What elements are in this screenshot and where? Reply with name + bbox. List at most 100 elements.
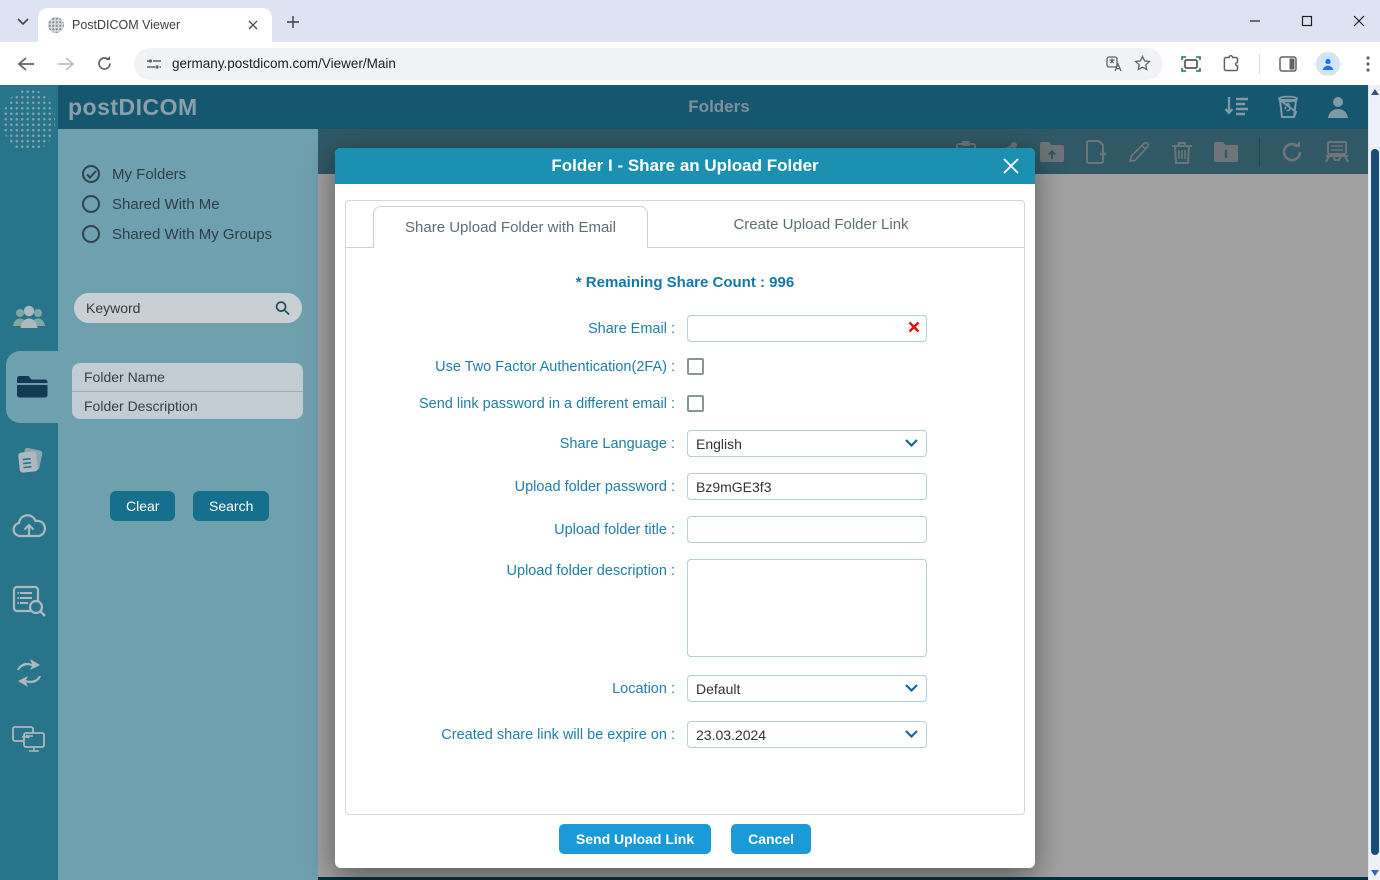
two-factor-checkbox[interactable]: [687, 358, 704, 375]
filter-label: My Folders: [112, 166, 186, 183]
url-bar[interactable]: germany.postdicom.com/Viewer/Main: [134, 48, 1163, 80]
radio-icon: [82, 225, 100, 243]
folder-title-row: Upload folder title :: [346, 516, 1024, 543]
clear-email-icon[interactable]: [908, 321, 920, 333]
patients-icon: [11, 302, 47, 332]
tab-create-link[interactable]: Create Upload Folder Link: [656, 201, 986, 247]
sidebar-item-upload[interactable]: [0, 503, 58, 551]
share-language-value: English: [696, 436, 742, 452]
radio-selected-icon: [82, 165, 100, 183]
share-language-row: Share Language : English: [346, 430, 1024, 457]
search-field-folder-description[interactable]: Folder Description: [72, 391, 303, 419]
page-title: Folders: [58, 97, 1380, 117]
dialog-title: Folder I - Share an Upload Folder: [551, 156, 818, 176]
tab-close-icon[interactable]: [244, 16, 262, 34]
keyword-search[interactable]: [74, 293, 302, 323]
close-window-icon[interactable]: [1348, 10, 1370, 32]
send-password-row: Send link password in a different email …: [346, 395, 1024, 412]
search-icon[interactable]: [275, 300, 290, 316]
back-icon[interactable]: [14, 52, 38, 76]
scroll-up-arrow[interactable]: [1369, 87, 1380, 97]
chevron-down-icon: [905, 730, 918, 738]
browser-menu-icon[interactable]: [1356, 52, 1380, 76]
worklist-icon: [12, 585, 46, 617]
sidebar-item-patients[interactable]: [0, 293, 58, 341]
browser-tab[interactable]: PostDICOM Viewer: [38, 8, 272, 42]
clear-button[interactable]: Clear: [110, 491, 175, 521]
share-language-label: Share Language :: [346, 436, 687, 452]
tab-search-button[interactable]: [10, 9, 36, 35]
url-text[interactable]: germany.postdicom.com/Viewer/Main: [172, 56, 1096, 71]
send-password-checkbox[interactable]: [687, 395, 704, 412]
sidebar-item-folders[interactable]: [6, 351, 58, 423]
folder-description-label: Upload folder description :: [346, 559, 687, 579]
minimize-icon[interactable]: [1244, 10, 1266, 32]
filter-my-folders[interactable]: My Folders: [82, 165, 186, 183]
screenshot-icon[interactable]: [1179, 52, 1203, 76]
maximize-icon[interactable]: [1296, 10, 1318, 32]
share-email-input[interactable]: [687, 315, 927, 342]
location-select[interactable]: Default: [687, 675, 927, 702]
expire-date-row: Created share link will be expire on : 2…: [346, 721, 1024, 748]
forward-icon[interactable]: [54, 52, 78, 76]
location-row: Location : Default: [346, 675, 1024, 702]
recycle-bin-icon[interactable]: [1276, 95, 1300, 119]
folder-password-input[interactable]: [687, 473, 927, 500]
browser-titlebar: PostDICOM Viewer: [0, 0, 1380, 42]
chevron-down-icon: [905, 684, 918, 692]
site-info-icon[interactable]: [146, 56, 162, 72]
folder-password-row: Upload folder password :: [346, 473, 1024, 500]
reload-icon[interactable]: [92, 52, 116, 76]
studies-icon: [13, 447, 45, 479]
filter-shared-with-me[interactable]: Shared With Me: [82, 195, 220, 213]
cancel-button[interactable]: Cancel: [731, 824, 811, 854]
tab-share-with-email[interactable]: Share Upload Folder with Email: [373, 206, 648, 248]
two-factor-label: Use Two Factor Authentication(2FA) :: [346, 359, 687, 375]
extensions-icon[interactable]: [1219, 52, 1243, 76]
scrollbar-thumb[interactable]: [1371, 149, 1379, 855]
sidebar-item-sync[interactable]: [0, 649, 58, 697]
header-actions: [1224, 95, 1350, 119]
sidebar-item-devices[interactable]: [0, 715, 58, 763]
location-value: Default: [696, 681, 740, 697]
sidebar-item-worklist[interactable]: [0, 577, 58, 625]
search-field-folder-name[interactable]: Folder Name: [72, 363, 303, 391]
keyword-input[interactable]: [86, 300, 267, 316]
expire-date-value: 23.03.2024: [696, 727, 766, 743]
chevron-down-icon: [905, 439, 918, 447]
bookmark-star-icon[interactable]: [1134, 55, 1151, 72]
toolbar-divider: [1259, 54, 1260, 74]
side-panel-icon[interactable]: [1276, 52, 1300, 76]
folder-title-label: Upload folder title :: [346, 522, 687, 538]
send-password-label: Send link password in a different email …: [346, 396, 687, 412]
remaining-share-count: * Remaining Share Count : 996: [346, 274, 1024, 291]
dialog-header: Folder I - Share an Upload Folder: [335, 148, 1035, 184]
page-scrollbar[interactable]: [1368, 85, 1380, 880]
share-upload-folder-dialog: Folder I - Share an Upload Folder Share …: [335, 148, 1035, 868]
new-tab-button[interactable]: [283, 12, 303, 32]
share-language-select[interactable]: English: [687, 430, 927, 457]
translate-icon[interactable]: [1106, 56, 1124, 72]
dialog-close-icon[interactable]: [999, 154, 1023, 178]
folder-description-textarea[interactable]: [687, 559, 927, 657]
postdicom-logo-mark: [3, 89, 55, 151]
filter-shared-with-groups[interactable]: Shared With My Groups: [82, 225, 272, 243]
sync-icon: [13, 658, 45, 688]
sort-descending-icon[interactable]: [1224, 95, 1250, 119]
radio-icon: [82, 195, 100, 213]
scroll-down-arrow[interactable]: [1369, 868, 1380, 878]
folders-icon: [15, 374, 49, 400]
expire-date-select[interactable]: 23.03.2024: [687, 721, 927, 748]
site-favicon: [48, 17, 64, 33]
two-factor-row: Use Two Factor Authentication(2FA) :: [346, 358, 1024, 375]
account-icon[interactable]: [1326, 95, 1350, 119]
folder-title-input[interactable]: [687, 516, 927, 543]
browser-navbar: germany.postdicom.com/Viewer/Main: [0, 42, 1380, 85]
folder-filter-panel: My Folders Shared With Me Shared With My…: [58, 129, 318, 880]
send-upload-link-button[interactable]: Send Upload Link: [559, 824, 711, 854]
share-form-card: Share Upload Folder with Email Create Up…: [345, 200, 1025, 815]
window-controls: [1244, 0, 1370, 42]
sidebar-item-studies[interactable]: [0, 439, 58, 487]
profile-avatar[interactable]: [1316, 52, 1340, 76]
search-button[interactable]: Search: [193, 491, 269, 521]
